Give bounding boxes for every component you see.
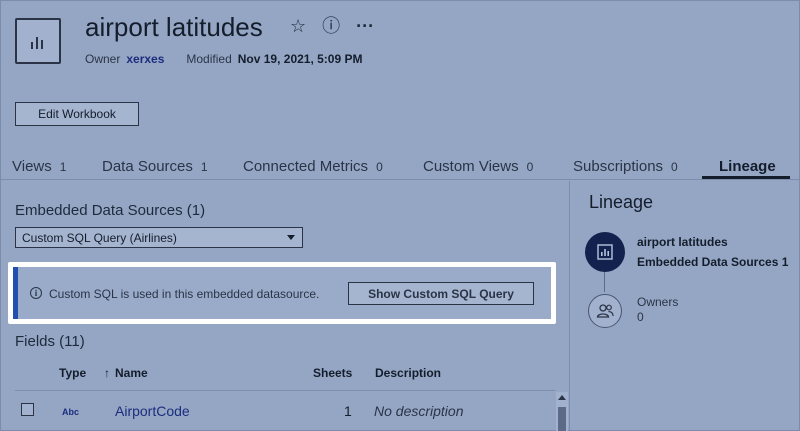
lineage-owners-label: Owners xyxy=(637,295,679,309)
info-message: Custom SQL is used in this embedded data… xyxy=(49,287,320,301)
chevron-down-icon xyxy=(287,235,295,240)
tab-label: Subscriptions xyxy=(573,158,664,175)
table-divider xyxy=(15,390,555,391)
string-type-icon: Abc xyxy=(62,407,80,417)
tab-count: 0 xyxy=(671,160,678,174)
tab-count: 1 xyxy=(200,160,208,174)
page-title: airport latitudes xyxy=(85,12,263,42)
info-callout: i Custom SQL is used in this embedded da… xyxy=(8,262,556,324)
row-checkbox[interactable] xyxy=(21,403,34,416)
lineage-item-name[interactable]: airport latitudes xyxy=(637,235,728,249)
lineage-heading: Lineage xyxy=(589,192,654,212)
scrollbar-thumb[interactable] xyxy=(558,407,566,431)
tab-lineage[interactable]: Lineage xyxy=(719,158,776,175)
favorite-star-icon[interactable]: ☆ xyxy=(290,16,306,36)
field-name-link[interactable]: AirportCode xyxy=(115,403,190,419)
tab-custom-views[interactable]: Custom Views 0 xyxy=(423,158,533,175)
tab-label: Connected Metrics xyxy=(243,158,369,175)
tab-subscriptions[interactable]: Subscriptions 0 xyxy=(573,158,678,175)
owner-link[interactable]: xerxes xyxy=(126,52,164,66)
scroll-up-icon[interactable] xyxy=(558,395,566,400)
field-sheets-count: 1 xyxy=(344,403,352,419)
fields-heading: Fields (11) xyxy=(15,333,85,350)
tab-count: 1 xyxy=(59,160,67,174)
embedded-sources-heading: Embedded Data Sources (1) xyxy=(15,202,206,219)
panel-divider xyxy=(569,181,570,431)
workbook-node-icon[interactable] xyxy=(585,232,625,272)
info-callout-body: i Custom SQL is used in this embedded da… xyxy=(13,267,551,319)
column-type[interactable]: Type xyxy=(59,366,86,380)
column-name[interactable]: Name xyxy=(115,366,148,380)
more-actions-icon[interactable]: ··· xyxy=(356,16,374,36)
info-icon[interactable]: ⓘ xyxy=(322,16,340,36)
modified-value: Nov 19, 2021, 5:09 PM xyxy=(237,52,363,66)
tab-label: Views xyxy=(12,158,52,175)
workbook-icon xyxy=(15,18,61,64)
tab-bar: Views 1 Data Sources 1 Connected Metrics 0 … xyxy=(0,150,800,180)
modified-label: Modified xyxy=(186,52,232,66)
edit-workbook-button[interactable]: Edit Workbook xyxy=(15,102,139,126)
column-sheets[interactable]: Sheets xyxy=(313,366,352,380)
owners-node-icon[interactable] xyxy=(588,294,622,328)
field-description: No description xyxy=(374,403,464,419)
tab-count: 0 xyxy=(526,160,534,174)
active-tab-indicator xyxy=(702,176,790,179)
tab-label: Data Sources xyxy=(102,158,193,175)
column-description[interactable]: Description xyxy=(375,366,441,380)
lineage-item-sub: Embedded Data Sources 1 xyxy=(637,255,789,269)
tab-count: 0 xyxy=(376,160,383,174)
info-circle-icon: i xyxy=(30,287,42,299)
tab-connected-metrics[interactable]: Connected Metrics 0 xyxy=(243,158,383,175)
lineage-owners-count: 0 xyxy=(637,310,644,324)
owner-label: Owner xyxy=(85,52,121,66)
sort-arrow-icon[interactable]: ↑ xyxy=(104,366,110,380)
workbook-meta: Owner xerxes Modified Nov 19, 2021, 5:09 PM xyxy=(85,52,362,66)
tab-data-sources[interactable]: Data Sources 1 xyxy=(102,158,208,175)
datasource-select[interactable]: Custom SQL Query (Airlines) xyxy=(15,227,303,248)
tab-label: Custom Views xyxy=(423,158,519,175)
tab-views[interactable]: Views 1 xyxy=(12,158,66,175)
show-custom-sql-button[interactable]: Show Custom SQL Query xyxy=(348,282,534,305)
tab-label: Lineage xyxy=(719,158,776,175)
lineage-connector xyxy=(604,272,605,292)
datasource-select-value: Custom SQL Query (Airlines) xyxy=(22,231,177,245)
